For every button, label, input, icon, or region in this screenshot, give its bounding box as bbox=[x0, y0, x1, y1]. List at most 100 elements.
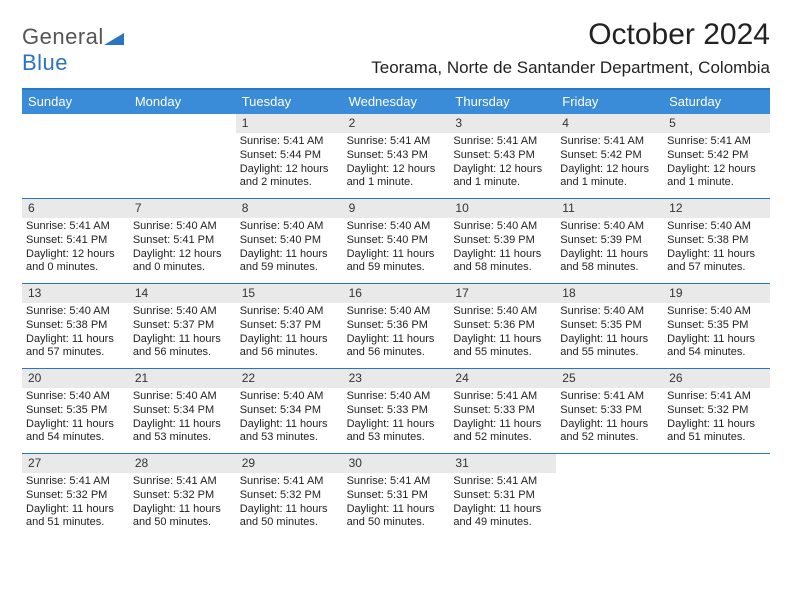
sunset-line: Sunset: 5:33 PM bbox=[560, 404, 659, 418]
daylight-line: Daylight: 11 hours and 58 minutes. bbox=[560, 248, 659, 276]
daylight-line: Daylight: 12 hours and 1 minute. bbox=[347, 163, 446, 191]
daylight-line: Daylight: 11 hours and 59 minutes. bbox=[240, 248, 339, 276]
sunrise-line: Sunrise: 5:40 AM bbox=[133, 305, 232, 319]
calendar-cell: 9Sunrise: 5:40 AMSunset: 5:40 PMDaylight… bbox=[343, 199, 450, 283]
page-title-month: October 2024 bbox=[371, 18, 770, 52]
calendar-week: 27Sunrise: 5:41 AMSunset: 5:32 PMDayligh… bbox=[22, 453, 770, 538]
daylight-line: Daylight: 11 hours and 53 minutes. bbox=[133, 418, 232, 446]
daylight-line: Daylight: 11 hours and 53 minutes. bbox=[240, 418, 339, 446]
day-number: 11 bbox=[556, 199, 663, 218]
sunset-line: Sunset: 5:33 PM bbox=[347, 404, 446, 418]
calendar-cell: 27Sunrise: 5:41 AMSunset: 5:32 PMDayligh… bbox=[22, 454, 129, 538]
brand-mark-icon bbox=[104, 24, 124, 49]
calendar-cell: 19Sunrise: 5:40 AMSunset: 5:35 PMDayligh… bbox=[663, 284, 770, 368]
day-number: 2 bbox=[343, 114, 450, 133]
day-header-thursday: Thursday bbox=[449, 90, 556, 114]
sunrise-line: Sunrise: 5:40 AM bbox=[453, 220, 552, 234]
daylight-line: Daylight: 12 hours and 1 minute. bbox=[560, 163, 659, 191]
sunset-line: Sunset: 5:32 PM bbox=[133, 489, 232, 503]
calendar-cell: 31Sunrise: 5:41 AMSunset: 5:31 PMDayligh… bbox=[449, 454, 556, 538]
calendar-cell bbox=[22, 114, 129, 198]
sunrise-line: Sunrise: 5:40 AM bbox=[240, 305, 339, 319]
calendar-cell: 13Sunrise: 5:40 AMSunset: 5:38 PMDayligh… bbox=[22, 284, 129, 368]
calendar-cell: 7Sunrise: 5:40 AMSunset: 5:41 PMDaylight… bbox=[129, 199, 236, 283]
calendar-body: 1Sunrise: 5:41 AMSunset: 5:44 PMDaylight… bbox=[22, 114, 770, 538]
daylight-line: Daylight: 11 hours and 56 minutes. bbox=[240, 333, 339, 361]
calendar-week: 1Sunrise: 5:41 AMSunset: 5:44 PMDaylight… bbox=[22, 114, 770, 198]
day-number: 19 bbox=[663, 284, 770, 303]
sunrise-line: Sunrise: 5:40 AM bbox=[667, 220, 766, 234]
day-number: 28 bbox=[129, 454, 236, 473]
day-number: 30 bbox=[343, 454, 450, 473]
daylight-line: Daylight: 12 hours and 1 minute. bbox=[667, 163, 766, 191]
daylight-line: Daylight: 11 hours and 57 minutes. bbox=[667, 248, 766, 276]
day-number: 25 bbox=[556, 369, 663, 388]
day-number: 4 bbox=[556, 114, 663, 133]
daylight-line: Daylight: 11 hours and 50 minutes. bbox=[240, 503, 339, 531]
sunset-line: Sunset: 5:35 PM bbox=[560, 319, 659, 333]
sunrise-line: Sunrise: 5:41 AM bbox=[240, 135, 339, 149]
calendar-cell: 25Sunrise: 5:41 AMSunset: 5:33 PMDayligh… bbox=[556, 369, 663, 453]
sunrise-line: Sunrise: 5:40 AM bbox=[560, 220, 659, 234]
day-number: 23 bbox=[343, 369, 450, 388]
sunset-line: Sunset: 5:31 PM bbox=[347, 489, 446, 503]
day-number: 20 bbox=[22, 369, 129, 388]
sunset-line: Sunset: 5:33 PM bbox=[453, 404, 552, 418]
calendar-cell: 4Sunrise: 5:41 AMSunset: 5:42 PMDaylight… bbox=[556, 114, 663, 198]
daylight-line: Daylight: 11 hours and 49 minutes. bbox=[453, 503, 552, 531]
sunset-line: Sunset: 5:39 PM bbox=[560, 234, 659, 248]
sunrise-line: Sunrise: 5:40 AM bbox=[133, 220, 232, 234]
day-number: 16 bbox=[343, 284, 450, 303]
sunrise-line: Sunrise: 5:40 AM bbox=[240, 220, 339, 234]
calendar-cell: 5Sunrise: 5:41 AMSunset: 5:42 PMDaylight… bbox=[663, 114, 770, 198]
sunset-line: Sunset: 5:42 PM bbox=[560, 149, 659, 163]
daylight-line: Daylight: 12 hours and 2 minutes. bbox=[240, 163, 339, 191]
sunrise-line: Sunrise: 5:41 AM bbox=[453, 135, 552, 149]
daylight-line: Daylight: 12 hours and 0 minutes. bbox=[133, 248, 232, 276]
sunset-line: Sunset: 5:32 PM bbox=[240, 489, 339, 503]
daylight-line: Daylight: 11 hours and 54 minutes. bbox=[667, 333, 766, 361]
sunset-line: Sunset: 5:39 PM bbox=[453, 234, 552, 248]
sunrise-line: Sunrise: 5:41 AM bbox=[347, 135, 446, 149]
calendar-cell: 6Sunrise: 5:41 AMSunset: 5:41 PMDaylight… bbox=[22, 199, 129, 283]
sunset-line: Sunset: 5:38 PM bbox=[667, 234, 766, 248]
sunset-line: Sunset: 5:34 PM bbox=[133, 404, 232, 418]
day-number: 17 bbox=[449, 284, 556, 303]
day-header-sunday: Sunday bbox=[22, 90, 129, 114]
daylight-line: Daylight: 11 hours and 55 minutes. bbox=[560, 333, 659, 361]
day-number: 26 bbox=[663, 369, 770, 388]
sunrise-line: Sunrise: 5:40 AM bbox=[347, 390, 446, 404]
daylight-line: Daylight: 11 hours and 54 minutes. bbox=[26, 418, 125, 446]
sunset-line: Sunset: 5:37 PM bbox=[240, 319, 339, 333]
sunset-line: Sunset: 5:42 PM bbox=[667, 149, 766, 163]
day-number: 3 bbox=[449, 114, 556, 133]
day-number: 31 bbox=[449, 454, 556, 473]
day-number: 5 bbox=[663, 114, 770, 133]
sunset-line: Sunset: 5:35 PM bbox=[26, 404, 125, 418]
day-number: 9 bbox=[343, 199, 450, 218]
day-number: 12 bbox=[663, 199, 770, 218]
calendar-cell: 29Sunrise: 5:41 AMSunset: 5:32 PMDayligh… bbox=[236, 454, 343, 538]
calendar-week: 13Sunrise: 5:40 AMSunset: 5:38 PMDayligh… bbox=[22, 283, 770, 368]
calendar-cell: 12 Sunrise: 5:40 AMSunset: 5:38 PMDayligh… bbox=[663, 199, 770, 283]
calendar-cell: 2Sunrise: 5:41 AMSunset: 5:43 PMDaylight… bbox=[343, 114, 450, 198]
sunset-line: Sunset: 5:40 PM bbox=[240, 234, 339, 248]
sunrise-line: Sunrise: 5:40 AM bbox=[133, 390, 232, 404]
calendar-cell: 18Sunrise: 5:40 AMSunset: 5:35 PMDayligh… bbox=[556, 284, 663, 368]
daylight-line: Daylight: 11 hours and 57 minutes. bbox=[26, 333, 125, 361]
sunset-line: Sunset: 5:32 PM bbox=[667, 404, 766, 418]
calendar-cell: 17Sunrise: 5:40 AMSunset: 5:36 PMDayligh… bbox=[449, 284, 556, 368]
calendar-cell bbox=[556, 454, 663, 538]
sunrise-line: Sunrise: 5:41 AM bbox=[560, 390, 659, 404]
day-number: 1 bbox=[236, 114, 343, 133]
day-number: 29 bbox=[236, 454, 343, 473]
day-number: 7 bbox=[129, 199, 236, 218]
day-number: 18 bbox=[556, 284, 663, 303]
day-number: 21 bbox=[129, 369, 236, 388]
calendar-cell bbox=[663, 454, 770, 538]
sunrise-line: Sunrise: 5:41 AM bbox=[26, 475, 125, 489]
sunrise-line: Sunrise: 5:41 AM bbox=[453, 390, 552, 404]
calendar: SundayMondayTuesdayWednesdayThursdayFrid… bbox=[22, 88, 770, 538]
sunrise-line: Sunrise: 5:41 AM bbox=[667, 390, 766, 404]
sunrise-line: Sunrise: 5:40 AM bbox=[347, 220, 446, 234]
